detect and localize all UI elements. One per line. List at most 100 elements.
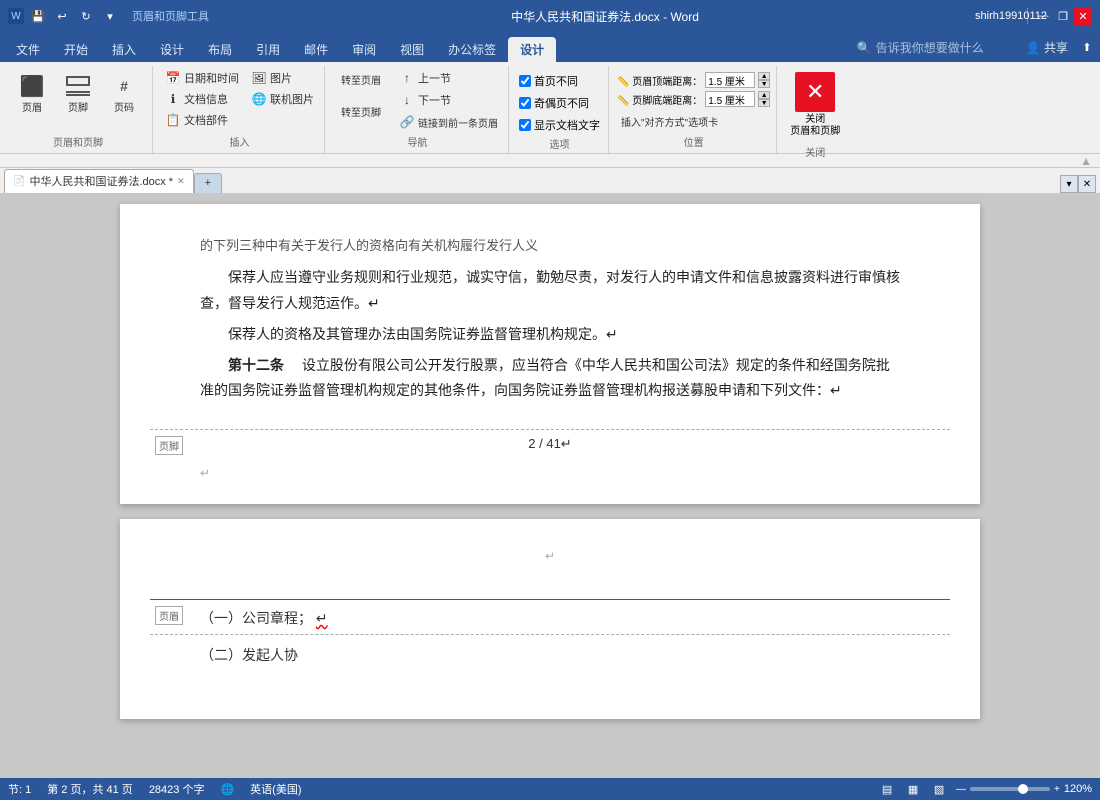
header-distance-down[interactable]: ▼ <box>758 80 770 88</box>
tab-review[interactable]: 审阅 <box>340 37 388 63</box>
ribbon-scroll-indicator[interactable]: ▲ <box>1080 154 1092 168</box>
zoom-slider[interactable] <box>970 787 1050 791</box>
status-section: 节: 1 <box>8 781 31 797</box>
page-number-button[interactable]: # 页码 <box>102 68 146 128</box>
tab-insert[interactable]: 插入 <box>100 37 148 63</box>
close-button[interactable]: ✕ <box>1074 7 1092 25</box>
header-item-1[interactable]: （一）公司章程； ↵ <box>200 606 900 628</box>
doc-close-btn[interactable]: ✕ <box>1078 175 1096 193</box>
doc-info-button[interactable]: ℹ 文档信息 <box>161 89 243 109</box>
footer-distance-spinner: ▲ ▼ <box>758 91 770 107</box>
footer-button[interactable]: 页脚 <box>56 68 100 128</box>
nav-buttons: 转至页眉 转至页脚 ↑ 上一节 ↓ 下一节 🔗 链接到前一条页眉 <box>333 68 502 132</box>
ribbon-group-insert: 📅 日期和时间 ℹ 文档信息 📋 文档部件 🖼 图片 🌐 <box>155 66 325 153</box>
online-picture-button[interactable]: 🌐 联机图片 <box>247 89 318 109</box>
page-number-icon: # <box>108 70 140 102</box>
header-button[interactable]: ⬛ 页眉 <box>10 68 54 128</box>
footer-distance-up[interactable]: ▲ <box>758 91 770 99</box>
page-3-partial-content: （二）发起人协 <box>120 635 980 675</box>
picture-button[interactable]: 🖼 图片 <box>247 68 318 88</box>
doc-tab-close[interactable]: ✕ <box>177 176 185 187</box>
show-doc-text-checkbox[interactable]: 显示文档文字 <box>517 116 602 134</box>
quick-access-toolbar: W 💾 ↩ ↻ ▾ 页眉和页脚工具 <box>8 6 209 26</box>
footer-distance-input[interactable] <box>705 91 755 107</box>
para-2: 保荐人的资格及其管理办法由国务院证券监督管理机构规定。↵ <box>200 322 900 347</box>
position-group-label: 位置 <box>617 132 770 149</box>
share-button[interactable]: 👤 共享 <box>1018 37 1076 58</box>
ribbon-content: ⬛ 页眉 页脚 # 页码 页眉和页脚 📅 <box>0 62 1100 154</box>
footer-distance-down[interactable]: ▼ <box>758 99 770 107</box>
tab-home[interactable]: 开始 <box>52 37 100 63</box>
next-section-button[interactable]: ↓ 下一节 <box>395 90 502 110</box>
print-view-btn[interactable]: ▤ <box>878 780 896 798</box>
tab-office-tab[interactable]: 办公标签 <box>436 37 508 63</box>
header-distance-input[interactable] <box>705 72 755 88</box>
tell-me-input[interactable] <box>876 41 1016 55</box>
save-button[interactable]: 💾 <box>28 6 48 26</box>
tool-title: 页眉和页脚工具 <box>132 8 209 24</box>
header-distance-up[interactable]: ▲ <box>758 72 770 80</box>
window-title: 中华人民共和国证券法.docx - Word <box>209 8 1001 25</box>
status-words: 28423 个字 <box>149 781 205 797</box>
page-3-top: ↵ <box>120 519 980 599</box>
header-item-2: （二）发起人协 <box>200 645 900 665</box>
status-right: ▤ ▦ ▧ — + 120% <box>878 780 1092 798</box>
customize-qat-button[interactable]: ▾ <box>100 6 120 26</box>
restore-button[interactable]: ❐ <box>1054 7 1072 25</box>
tab-design-doc[interactable]: 设计 <box>148 37 196 63</box>
doc-parts-icon: 📋 <box>165 112 181 128</box>
undo-button[interactable]: ↩ <box>52 6 72 26</box>
link-icon: 🔗 <box>399 114 415 130</box>
status-page: 第 2 页，共 41 页 <box>47 781 133 797</box>
ribbon-expand-button[interactable]: ⬆ <box>1078 39 1096 57</box>
tab-file[interactable]: 文件 <box>4 37 52 63</box>
footer-page-number[interactable]: 2 / 41↵ <box>200 436 900 452</box>
tab-view[interactable]: 视图 <box>388 37 436 63</box>
doc-tab-label: 中华人民共和国证券法.docx * <box>29 173 173 189</box>
online-picture-icon: 🌐 <box>251 91 267 107</box>
first-page-diff-checkbox[interactable]: 首页不同 <box>517 72 580 90</box>
window-controls: shirh19910112 — ❐ ✕ <box>1001 6 1092 26</box>
hf-buttons: ⬛ 页眉 页脚 # 页码 <box>10 68 146 132</box>
doc-tab-icon: 📄 <box>13 176 25 187</box>
footer-icon <box>62 70 94 102</box>
minimize-button[interactable]: — <box>1034 7 1052 25</box>
zoom-thumb <box>1018 784 1028 794</box>
title-bar: W 💾 ↩ ↻ ▾ 页眉和页脚工具 中华人民共和国证券法.docx - Word… <box>0 0 1100 32</box>
word-logo: W <box>8 8 24 24</box>
tab-design-hf[interactable]: 设计 <box>508 37 556 63</box>
link-prev-header-button[interactable]: 🔗 链接到前一条页眉 <box>395 112 502 132</box>
prev-section-button[interactable]: ↑ 上一节 <box>395 68 502 88</box>
tab-references[interactable]: 引用 <box>244 37 292 63</box>
para-1: 保荐人应当遵守业务规则和行业规范，诚实守信，勤勉尽责，对发行人的申请文件和信息披… <box>200 265 900 315</box>
goto-header-button[interactable]: 转至页眉 <box>333 68 389 98</box>
page-2: 的下列三种中有关于发行人的资格向有关机构履行发行人义 保荐人应当遵守业务规则和行… <box>120 204 980 504</box>
footer-label: 页脚 <box>155 436 183 455</box>
tab-layout[interactable]: 布局 <box>196 37 244 63</box>
tab-mailings[interactable]: 邮件 <box>292 37 340 63</box>
insert-buttons: 📅 日期和时间 ℹ 文档信息 📋 文档部件 🖼 图片 🌐 <box>161 68 318 132</box>
header-area: 页眉 （一）公司章程； ↵ <box>150 599 950 635</box>
redo-button[interactable]: ↻ <box>76 6 96 26</box>
ribbon-group-navigation: 转至页眉 转至页脚 ↑ 上一节 ↓ 下一节 🔗 链接到前一条页眉 <box>327 66 509 153</box>
date-time-button[interactable]: 📅 日期和时间 <box>161 68 243 88</box>
user-account[interactable]: shirh19910112 <box>1001 6 1021 26</box>
status-lang-icon: 🌐 <box>220 783 234 796</box>
header-icon: ⬛ <box>16 70 48 102</box>
page-top-text: 的下列三种中有关于发行人的资格向有关机构履行发行人义 <box>200 234 900 257</box>
header-wavy-underline: ↵ <box>316 610 328 626</box>
web-view-btn[interactable]: ▦ <box>904 780 922 798</box>
article-12: 第十二条 设立股份有限公司公开发行股票，应当符合《中华人民共和国公司法》规定的条… <box>200 353 900 403</box>
doc-parts-button[interactable]: 📋 文档部件 <box>161 110 243 130</box>
doc-tab-main[interactable]: 📄 中华人民共和国证券法.docx * ✕ <box>4 169 194 193</box>
close-content: ✕ 关闭页眉和页脚 <box>785 68 845 142</box>
outline-view-btn[interactable]: ▧ <box>930 780 948 798</box>
doc-tab-blank[interactable]: + <box>194 173 222 193</box>
insert-alignment-tab-button[interactable]: 插入"对齐方式"选项卡 <box>617 112 722 131</box>
odd-even-diff-checkbox[interactable]: 奇偶页不同 <box>517 94 591 112</box>
doc-nav-scroll[interactable]: ▾ <box>1060 175 1078 193</box>
picture-icon: 🖼 <box>251 70 267 86</box>
status-bar: 节: 1 第 2 页，共 41 页 28423 个字 🌐 英语(美国) ▤ ▦ … <box>0 778 1100 800</box>
goto-footer-button[interactable]: 转至页脚 <box>333 100 389 130</box>
close-hf-button[interactable]: ✕ 关闭页眉和页脚 <box>785 68 845 142</box>
